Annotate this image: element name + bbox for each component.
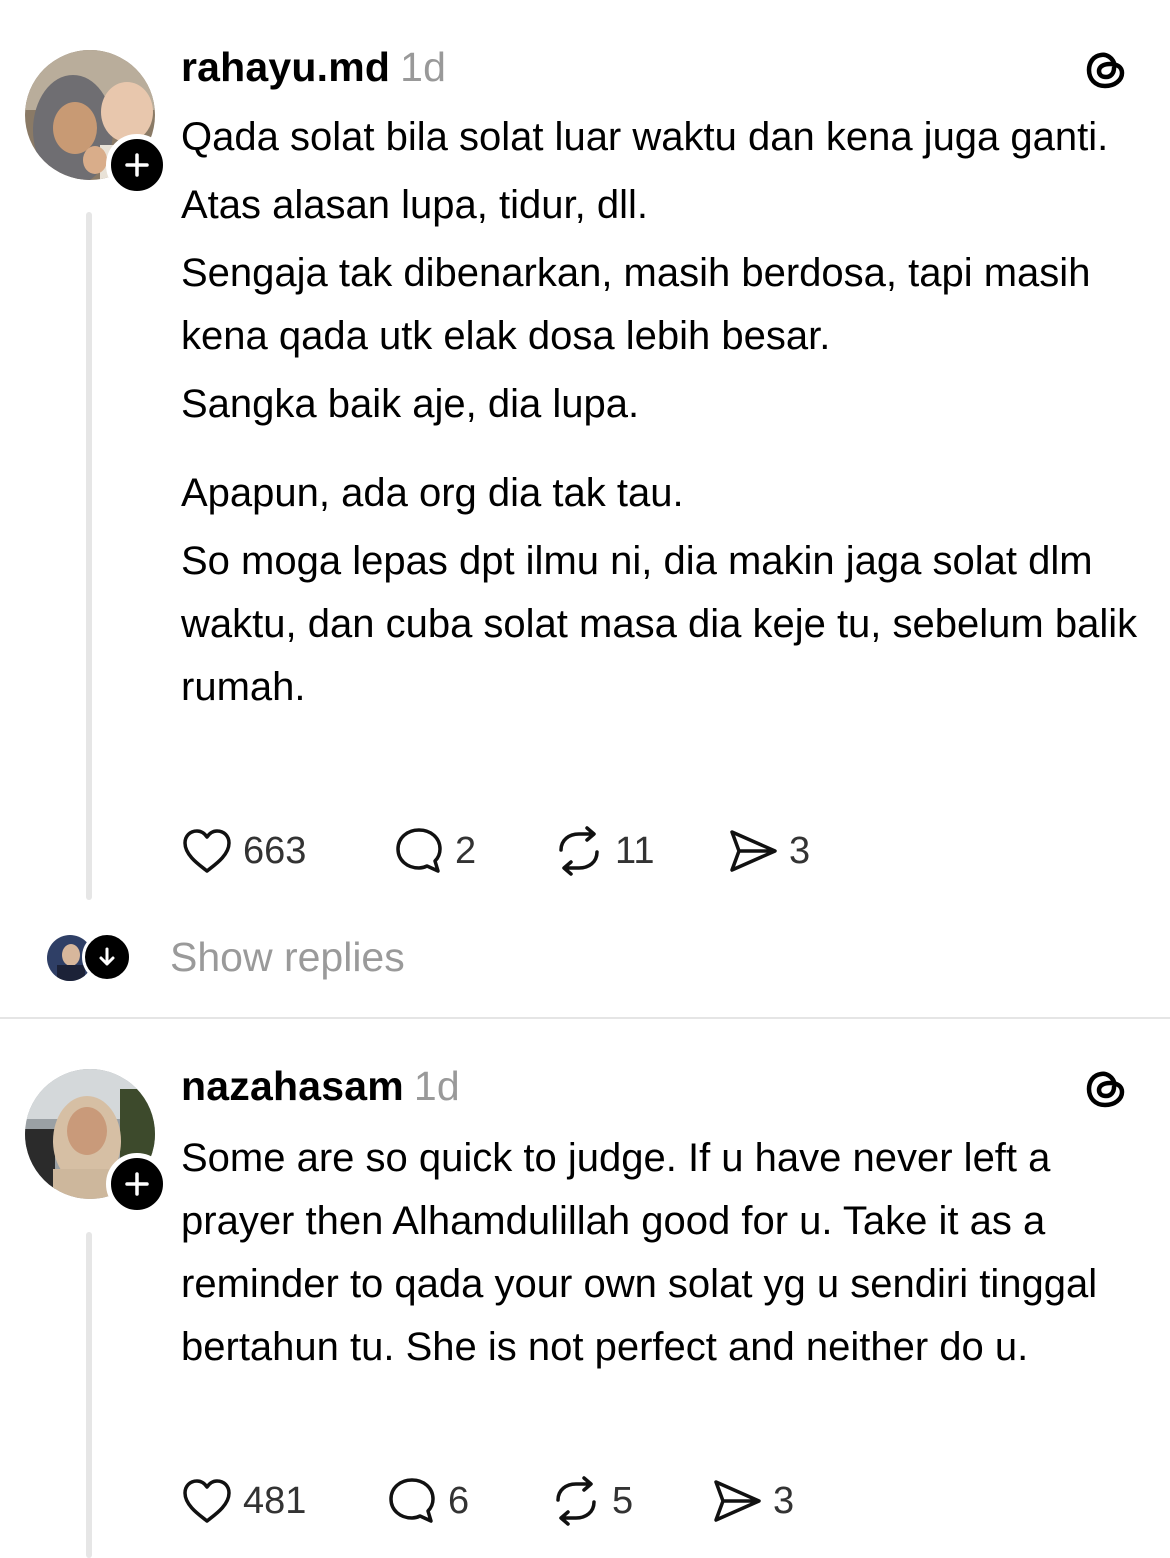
post-body: Some are so quick to judge. If u have ne… <box>181 1127 1111 1384</box>
repost-count: 5 <box>612 1479 634 1522</box>
post-paragraph: Some are so quick to judge. If u have ne… <box>181 1136 1098 1369</box>
threads-logo-icon[interactable] <box>1082 46 1130 94</box>
username[interactable]: nazahasam <box>181 1063 404 1109</box>
heart-icon <box>183 1479 231 1523</box>
like-count: 481 <box>243 1479 307 1522</box>
repost-count: 11 <box>615 829 655 872</box>
post-paragraph: Apapun, ada org dia tak tau. <box>181 471 684 515</box>
action-bar: 663 2 11 3 <box>181 821 881 881</box>
plus-icon <box>125 1172 149 1196</box>
post-time: 1d <box>400 44 447 90</box>
comment-icon <box>396 828 442 873</box>
share-button[interactable]: 3 <box>711 1471 794 1531</box>
repost-icon <box>559 826 599 876</box>
post-paragraph: Sangka baik aje, dia lupa. <box>181 382 640 426</box>
post-rahayu: rahayu.md 1d Qada solat bila solat luar w… <box>0 0 1170 1017</box>
share-count: 3 <box>789 829 811 872</box>
thread-line <box>86 1232 92 1558</box>
action-bar: 481 6 5 3 <box>181 1471 881 1531</box>
thread-line <box>86 212 92 900</box>
like-count: 663 <box>243 829 307 872</box>
post-nazahasam: nazahasam 1d Some are so quick to judge. … <box>0 1019 1170 1558</box>
arrow-down-icon <box>99 947 115 966</box>
comment-icon <box>389 1478 435 1523</box>
follow-button[interactable] <box>106 134 168 196</box>
share-button[interactable]: 3 <box>727 821 810 881</box>
post-paragraph: Qada solat bila solat luar waktu dan ken… <box>181 115 1109 159</box>
share-count: 3 <box>773 1479 795 1522</box>
username[interactable]: rahayu.md <box>181 44 390 90</box>
post-paragraph: So moga lepas dpt ilmu ni, dia makin jag… <box>181 539 1138 709</box>
post-header: rahayu.md 1d <box>181 44 446 91</box>
reply-count: 2 <box>455 829 477 872</box>
threads-logo-icon[interactable] <box>1082 1065 1130 1113</box>
like-button[interactable]: 481 <box>181 1471 306 1531</box>
send-icon <box>714 1480 761 1522</box>
post-paragraph: Sengaja tak dibenarkan, masih berdosa, t… <box>181 251 1091 358</box>
post-body: Qada solat bila solat luar waktu dan ken… <box>181 106 1141 724</box>
follow-button[interactable] <box>106 1153 168 1215</box>
like-button[interactable]: 663 <box>181 821 306 881</box>
post-header: nazahasam 1d <box>181 1063 460 1110</box>
reply-button[interactable]: 6 <box>386 1471 469 1531</box>
repost-button[interactable]: 11 <box>553 821 654 881</box>
reply-count: 6 <box>448 1479 470 1522</box>
post-paragraph: Atas alasan lupa, tidur, dll. <box>181 183 648 227</box>
repost-button[interactable]: 5 <box>550 1471 633 1531</box>
send-icon <box>730 830 777 872</box>
plus-icon <box>125 153 149 177</box>
show-replies-arrow[interactable] <box>82 932 132 982</box>
heart-icon <box>183 829 231 873</box>
reply-button[interactable]: 2 <box>393 821 476 881</box>
repost-icon <box>556 1476 596 1526</box>
post-time: 1d <box>413 1063 460 1109</box>
show-replies-link[interactable]: Show replies <box>170 934 405 981</box>
